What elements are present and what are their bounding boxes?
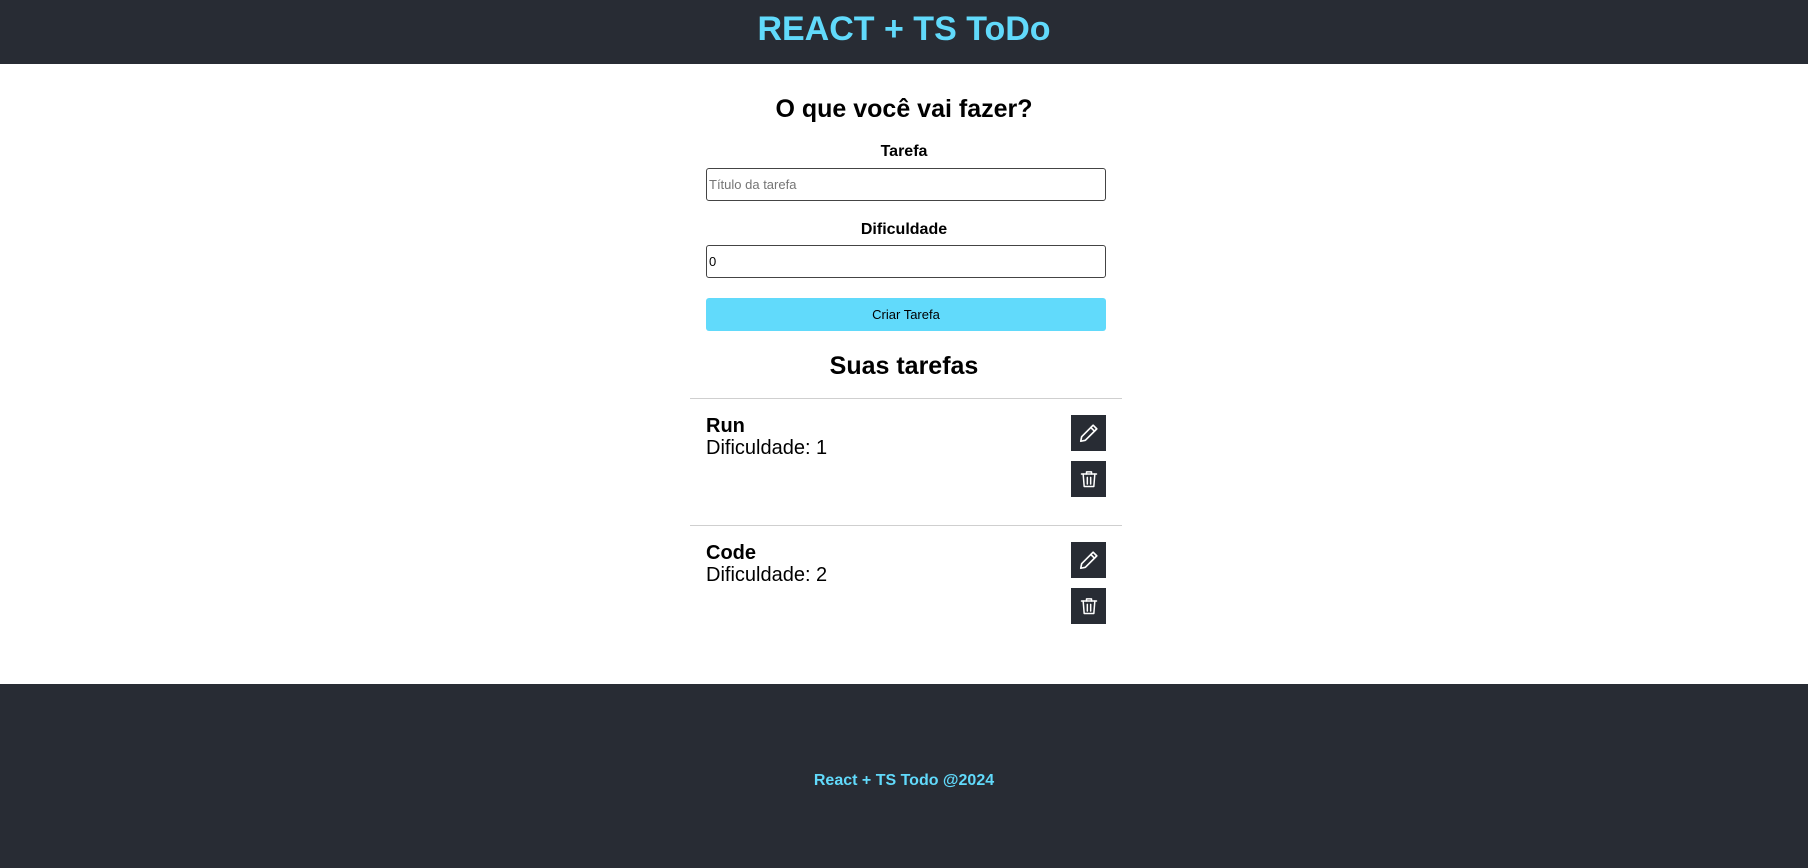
main-content: O que você vai fazer? Tarefa Dificuldade… <box>0 64 1808 684</box>
delete-task-button[interactable] <box>1071 588 1106 624</box>
edit-task-button[interactable] <box>1071 415 1106 451</box>
app-footer: React + TS Todo @2024 <box>0 684 1808 868</box>
task-title-input[interactable] <box>706 168 1106 201</box>
difficulty-input[interactable] <box>706 245 1106 278</box>
form-title: O que você vai fazer? <box>775 95 1033 123</box>
pencil-icon <box>1079 424 1098 443</box>
difficulty-label: Dificuldade <box>860 221 948 238</box>
footer-text: React + TS Todo @2024 <box>813 772 995 789</box>
task-item: Run Dificuldade: 1 <box>690 398 1122 526</box>
task-title: Run <box>706 415 745 437</box>
edit-task-button[interactable] <box>1071 542 1106 578</box>
task-difficulty: Dificuldade: 2 <box>706 564 828 586</box>
create-task-button[interactable]: Criar Tarefa <box>706 298 1106 331</box>
pencil-icon <box>1079 551 1098 570</box>
task-label: Tarefa <box>880 143 928 160</box>
delete-task-button[interactable] <box>1071 461 1106 497</box>
task-list-title: Suas tarefas <box>829 352 979 380</box>
task-difficulty: Dificuldade: 1 <box>706 437 828 459</box>
task-title: Code <box>706 542 756 564</box>
app-header: REACT + TS ToDo <box>0 0 1808 64</box>
trash-icon <box>1080 471 1097 488</box>
app-title: REACT + TS ToDo <box>757 10 1051 48</box>
trash-icon <box>1080 598 1097 615</box>
task-item: Code Dificuldade: 2 <box>690 525 1122 653</box>
